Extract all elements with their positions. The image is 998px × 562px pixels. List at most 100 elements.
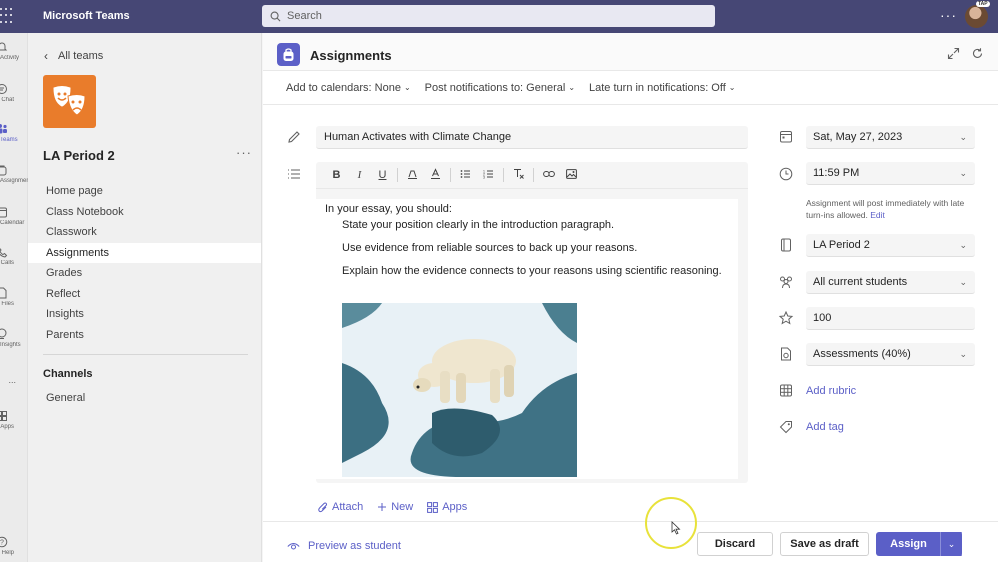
add-to-calendars-dropdown[interactable]: Add to calendars: None ⌄	[286, 82, 411, 94]
footer-bar: Preview as student Discard Save as draft…	[263, 521, 998, 562]
file-icon	[0, 287, 7, 299]
schedule-note: Assignment will post immediately with la…	[806, 198, 965, 220]
plus-icon	[378, 503, 387, 511]
rail-item-assignments[interactable]: Assignments	[0, 164, 28, 184]
add-tag-link[interactable]: Add tag	[806, 421, 844, 433]
underline-icon[interactable]: U	[371, 169, 394, 181]
students-selector[interactable]: All current students ⌄	[806, 271, 975, 294]
nav-item-parents[interactable]: Parents	[28, 325, 261, 346]
bold-icon[interactable]: B	[325, 169, 348, 181]
team-more-options-icon[interactable]: ···	[236, 145, 252, 160]
points-input[interactable]: 100	[806, 307, 975, 330]
discard-button[interactable]: Discard	[697, 532, 773, 556]
chevron-down-icon: ⌄	[959, 167, 967, 178]
team-name: LA Period 2	[43, 148, 115, 163]
refresh-icon[interactable]	[971, 47, 984, 60]
team-nav: Home page Class Notebook Classwork Assig…	[28, 181, 261, 345]
main-header: Assignments	[263, 33, 998, 71]
more-options-icon[interactable]: ···	[940, 7, 957, 23]
backpack-icon	[0, 165, 7, 176]
team-panel: ‹ All teams LA Period 2 ··· Home page Cl…	[28, 33, 262, 562]
nav-item-reflect[interactable]: Reflect	[28, 284, 261, 305]
svg-text:3: 3	[483, 175, 485, 179]
paperclip-icon	[318, 502, 328, 512]
nav-item-home-page[interactable]: Home page	[28, 181, 261, 202]
attachment-actions: Attach New Apps	[318, 501, 467, 513]
rail-item-teams[interactable]: Teams	[0, 123, 28, 143]
drama-masks-icon	[52, 85, 86, 116]
apps-button[interactable]: Apps	[427, 501, 467, 513]
teams-icon	[0, 124, 7, 134]
calendar-icon	[0, 207, 7, 218]
bulleted-list-icon[interactable]	[454, 169, 477, 182]
instruction-item: Explain how the evidence connects to you…	[342, 265, 722, 277]
assign-options-chevron-icon[interactable]: ⌄	[940, 532, 962, 556]
rail-item-more[interactable]: ...	[0, 373, 28, 385]
save-as-draft-button[interactable]: Save as draft	[780, 532, 869, 556]
rail-item-files[interactable]: Files	[0, 287, 28, 307]
rail-item-apps[interactable]: Apps	[0, 410, 28, 430]
apps-icon	[0, 411, 7, 421]
link-icon[interactable]	[537, 169, 560, 181]
nav-item-insights[interactable]: Insights	[28, 304, 261, 325]
people-icon	[780, 276, 792, 289]
grading-category-selector[interactable]: Assessments (40%) ⌄	[806, 343, 975, 366]
tag-icon	[779, 421, 792, 434]
new-button[interactable]: New	[377, 501, 413, 513]
rail-item-activity[interactable]: Activity	[0, 41, 28, 61]
instructions-intro: In your essay, you should:	[325, 203, 452, 215]
image-icon[interactable]	[560, 168, 583, 182]
post-notifications-dropdown[interactable]: Post notifications to: General ⌄	[425, 82, 575, 94]
preview-as-student-button[interactable]: Preview as student	[287, 540, 401, 552]
eye-icon	[287, 542, 300, 549]
class-selector[interactable]: LA Period 2 ⌄	[806, 234, 975, 257]
chevron-down-icon: ⌄	[403, 83, 411, 92]
rubric-grid-icon	[780, 384, 792, 397]
clear-formatting-icon[interactable]	[507, 168, 530, 182]
nav-item-grades[interactable]: Grades	[28, 263, 261, 284]
rail-item-calls[interactable]: Calls	[0, 246, 28, 266]
rail-item-help[interactable]: ? Help	[0, 536, 28, 556]
rail-item-insights[interactable]: Insights	[0, 328, 28, 348]
instructions-content[interactable]: In your essay, you should: State your po…	[316, 199, 738, 479]
assignment-options-bar: Add to calendars: None ⌄ Post notificatio…	[263, 71, 998, 105]
channels-heading: Channels	[43, 368, 93, 380]
rail-item-chat[interactable]: Chat	[0, 83, 28, 103]
assignments-app-icon	[277, 43, 300, 66]
search-box[interactable]	[262, 5, 715, 27]
app-launcher-icon[interactable]	[0, 7, 14, 25]
highlight-icon[interactable]	[401, 168, 424, 182]
late-turn-in-notifications-dropdown[interactable]: Late turn in notifications: Off ⌄	[589, 82, 735, 94]
instructions-list-icon	[288, 169, 300, 179]
italic-icon[interactable]: I	[348, 169, 371, 181]
more-icon: ...	[8, 375, 16, 385]
expand-icon[interactable]	[947, 47, 960, 60]
pencil-icon	[288, 131, 300, 143]
assignment-editor: Assignments Add to calendars: None ⌄ Post…	[263, 33, 998, 562]
edit-schedule-link[interactable]: Edit	[870, 210, 885, 220]
team-logo	[43, 75, 96, 128]
nav-item-classwork[interactable]: Classwork	[28, 222, 261, 243]
chevron-down-icon: ⌄	[959, 276, 967, 287]
avatar[interactable]	[965, 5, 988, 28]
chevron-down-icon: ⌄	[728, 83, 736, 92]
nav-item-class-notebook[interactable]: Class Notebook	[28, 202, 261, 223]
attach-button[interactable]: Attach	[318, 501, 363, 513]
mouse-cursor-icon	[671, 521, 681, 535]
numbered-list-icon[interactable]: 123	[477, 169, 500, 182]
nav-item-assignments[interactable]: Assignments	[28, 242, 261, 263]
due-time-picker[interactable]: 11:59 PM ⌄	[806, 162, 975, 185]
clock-icon	[779, 167, 793, 181]
rail-item-calendar[interactable]: Calendar	[0, 206, 28, 226]
due-date-picker[interactable]: Sat, May 27, 2023 ⌄	[806, 126, 975, 149]
add-rubric-link[interactable]: Add rubric	[806, 385, 856, 397]
app-title: Microsoft Teams	[43, 10, 130, 22]
assignment-title-input[interactable]: Human Activates with Climate Change	[316, 126, 748, 149]
font-color-icon[interactable]	[424, 168, 447, 182]
polar-bear-image[interactable]	[342, 303, 577, 477]
svg-text:?: ?	[0, 540, 4, 547]
instructions-editor[interactable]: B I U 123 In your essay, you should: Sta…	[316, 162, 748, 483]
back-to-all-teams[interactable]: ‹ All teams	[44, 49, 103, 63]
search-input[interactable]	[287, 10, 687, 22]
channel-general[interactable]: General	[46, 392, 85, 404]
